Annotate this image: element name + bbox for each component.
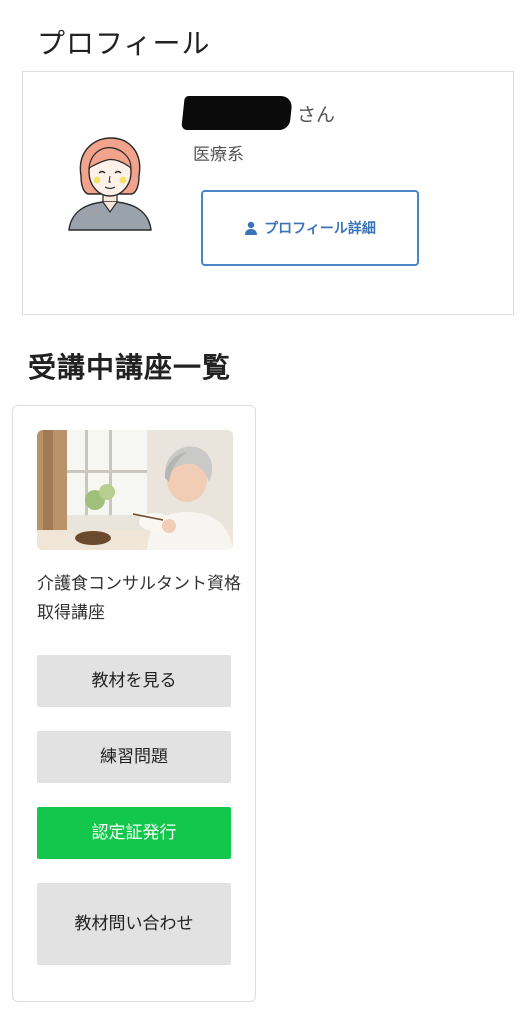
course-card: 介護食コンサルタント資格取得講座 教材を見る 練習問題 認定証発行 教材問い合わ…: [12, 405, 256, 1002]
issue-certificate-button[interactable]: 認定証発行: [37, 807, 231, 859]
profile-section-title: プロフィール: [37, 27, 211, 60]
course-name: 介護食コンサルタント資格取得講座: [37, 574, 241, 623]
profile-card: さん 医療系 プロフィール詳細: [22, 71, 514, 315]
redacted-name: [181, 96, 293, 130]
page: プロフィール さん 医療系 プロフィール詳細 受講中講座一覧 介護食コンサルタン…: [0, 0, 531, 1024]
view-materials-button[interactable]: 教材を見る: [37, 655, 231, 707]
name-suffix: さん: [297, 103, 336, 126]
avatar: [63, 132, 155, 232]
profile-detail-label: プロフィール詳細: [264, 220, 376, 236]
profile-detail-button[interactable]: プロフィール詳細: [201, 190, 419, 266]
course-image: [37, 430, 233, 550]
practice-questions-button[interactable]: 練習問題: [37, 731, 231, 783]
user-name-row: さん: [181, 96, 336, 130]
profession-label: 医療系: [193, 145, 244, 165]
courses-section-title: 受講中講座一覧: [28, 351, 232, 384]
person-icon: [245, 221, 258, 235]
materials-inquiry-button[interactable]: 教材問い合わせ: [37, 883, 231, 965]
